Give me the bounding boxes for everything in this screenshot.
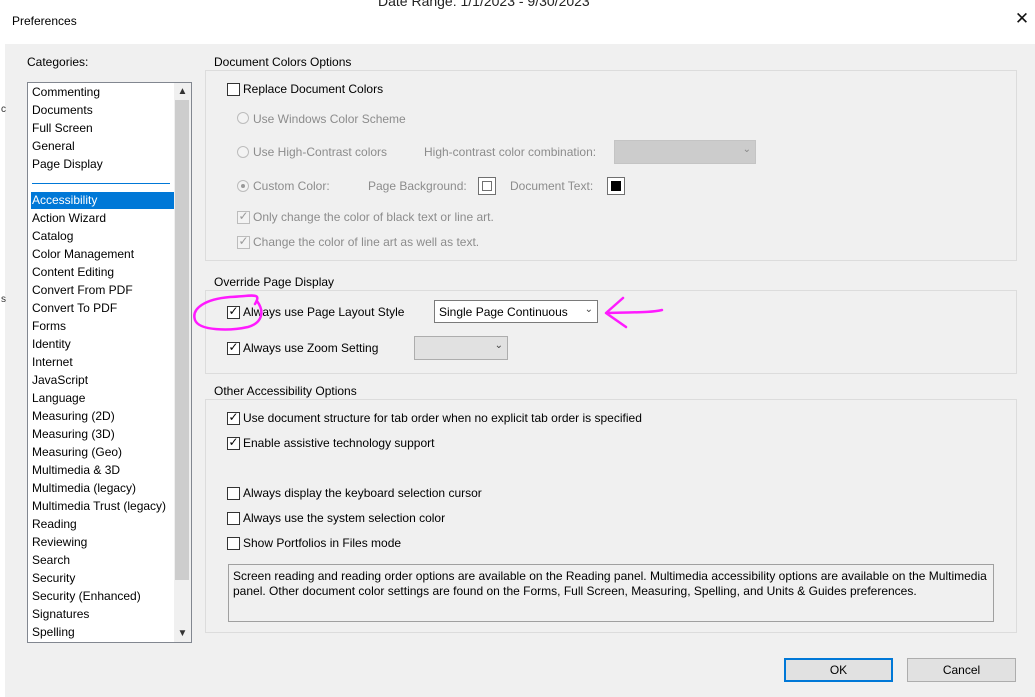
category-item[interactable]: Language — [32, 390, 85, 407]
portfolios-checkbox[interactable] — [227, 537, 240, 550]
categories-separator — [32, 183, 170, 184]
scroll-up-icon[interactable]: ▲ — [174, 83, 191, 100]
zoom-setting-checkbox[interactable]: ✓ — [227, 340, 240, 355]
keyboard-cursor-checkbox[interactable] — [227, 487, 240, 500]
category-item[interactable]: Multimedia (legacy) — [32, 480, 136, 497]
page-background-label: Page Background: — [368, 179, 467, 193]
keyboard-cursor-label: Always display the keyboard selection cu… — [243, 486, 482, 500]
zoom-setting-label: Always use Zoom Setting — [243, 341, 379, 355]
category-item[interactable]: Security (Enhanced) — [32, 588, 141, 605]
ok-button[interactable]: OK — [784, 658, 893, 682]
line-art-label: Change the color of line art as well as … — [253, 235, 480, 249]
category-item[interactable]: Color Management — [32, 246, 134, 263]
custom-color-label: Custom Color: — [253, 179, 330, 193]
line-art-checkbox[interactable]: ✓ — [237, 234, 250, 249]
scroll-thumb[interactable] — [175, 100, 189, 580]
category-item[interactable]: Action Wizard — [32, 210, 106, 227]
assistive-tech-checkbox[interactable]: ✓ — [227, 435, 240, 450]
chevron-down-icon: ⌄ — [584, 304, 593, 315]
category-item[interactable]: Spelling — [32, 624, 75, 641]
category-item[interactable]: Reading — [32, 516, 77, 533]
category-item[interactable]: Internet — [32, 354, 73, 371]
close-icon[interactable]: ✕ — [1012, 9, 1032, 29]
document-colors-title: Document Colors Options — [214, 55, 352, 69]
category-item[interactable]: Identity — [32, 336, 71, 353]
category-item[interactable]: Documents — [32, 102, 93, 119]
high-contrast-label: Use High-Contrast colors — [253, 145, 388, 159]
category-item[interactable]: Catalog — [32, 228, 73, 245]
title-bar: Date Range: 1/1/2023 - 9/30/2023 Prefere… — [0, 0, 1035, 44]
tab-order-checkbox[interactable]: ✓ — [227, 410, 240, 425]
category-item[interactable]: Reviewing — [32, 534, 87, 551]
category-item-selected[interactable]: Accessibility — [31, 192, 175, 209]
assistive-tech-label: Enable assistive technology support — [243, 436, 435, 450]
background-window-edge: cs — [0, 44, 6, 697]
page-layout-dropdown[interactable]: Single Page Continuous ⌄ — [434, 300, 598, 323]
portfolios-label: Show Portfolios in Files mode — [243, 536, 402, 550]
category-item[interactable]: Content Editing — [32, 264, 114, 281]
category-item[interactable]: Search — [32, 552, 70, 569]
page-layout-value: Single Page Continuous — [439, 305, 568, 319]
background-window-title: Date Range: 1/1/2023 - 9/30/2023 — [378, 0, 590, 9]
categories-scrollbar[interactable]: ▲ ▼ — [174, 83, 191, 642]
page-layout-checkbox[interactable]: ✓ — [227, 304, 240, 319]
category-item[interactable]: Convert To PDF — [32, 300, 117, 317]
windows-scheme-radio[interactable] — [237, 112, 249, 124]
other-options-title: Other Accessibility Options — [214, 384, 357, 398]
category-item[interactable]: Full Screen — [32, 120, 93, 137]
only-black-checkbox[interactable]: ✓ — [237, 209, 250, 224]
override-page-display-group — [205, 290, 1017, 374]
category-item[interactable]: Measuring (Geo) — [32, 444, 122, 461]
page-background-swatch[interactable] — [478, 177, 496, 195]
document-colors-group — [205, 70, 1017, 261]
category-item[interactable]: Multimedia & 3D — [32, 462, 120, 479]
zoom-setting-dropdown[interactable]: ⌄ — [414, 336, 508, 360]
category-item[interactable]: Convert From PDF — [32, 282, 133, 299]
info-text-box: Screen reading and reading order options… — [228, 564, 994, 622]
override-page-display-title: Override Page Display — [214, 275, 335, 289]
windows-scheme-label: Use Windows Color Scheme — [253, 112, 406, 126]
system-color-label: Always use the system selection color — [243, 511, 446, 525]
document-text-swatch[interactable] — [607, 177, 625, 195]
replace-colors-label: Replace Document Colors — [243, 82, 384, 96]
page-layout-label: Always use Page Layout Style — [243, 305, 405, 319]
categories-list[interactable]: Commenting Documents Full Screen General Pag… — [27, 82, 192, 643]
document-text-label: Document Text: — [510, 179, 594, 193]
categories-label: Categories: — [27, 55, 89, 69]
cancel-button[interactable]: Cancel — [907, 658, 1016, 682]
category-item[interactable]: Security — [32, 570, 75, 587]
category-item[interactable]: Measuring (3D) — [32, 426, 115, 443]
category-item[interactable]: General — [32, 138, 75, 155]
high-contrast-radio[interactable] — [237, 146, 249, 158]
category-item[interactable]: Commenting — [32, 84, 100, 101]
system-color-checkbox[interactable] — [227, 512, 240, 525]
category-item[interactable]: Signatures — [32, 606, 89, 623]
dialog-title: Preferences — [12, 14, 77, 28]
chevron-down-icon: ⌄ — [742, 144, 751, 155]
replace-colors-checkbox[interactable] — [227, 83, 240, 96]
category-item[interactable]: JavaScript — [32, 372, 88, 389]
contrast-combination-label: High-contrast color combination: — [424, 145, 597, 159]
category-item[interactable]: Measuring (2D) — [32, 408, 115, 425]
chevron-down-icon: ⌄ — [494, 340, 503, 351]
category-item[interactable]: Page Display — [32, 156, 103, 173]
category-item[interactable]: Forms — [32, 318, 66, 335]
contrast-combination-dropdown[interactable]: ⌄ — [614, 140, 756, 164]
custom-color-radio[interactable] — [237, 180, 249, 192]
only-black-label: Only change the color of black text or l… — [253, 210, 494, 224]
scroll-down-icon[interactable]: ▼ — [174, 625, 191, 642]
tab-order-label: Use document structure for tab order whe… — [243, 411, 642, 425]
category-item[interactable]: Multimedia Trust (legacy) — [32, 498, 166, 515]
